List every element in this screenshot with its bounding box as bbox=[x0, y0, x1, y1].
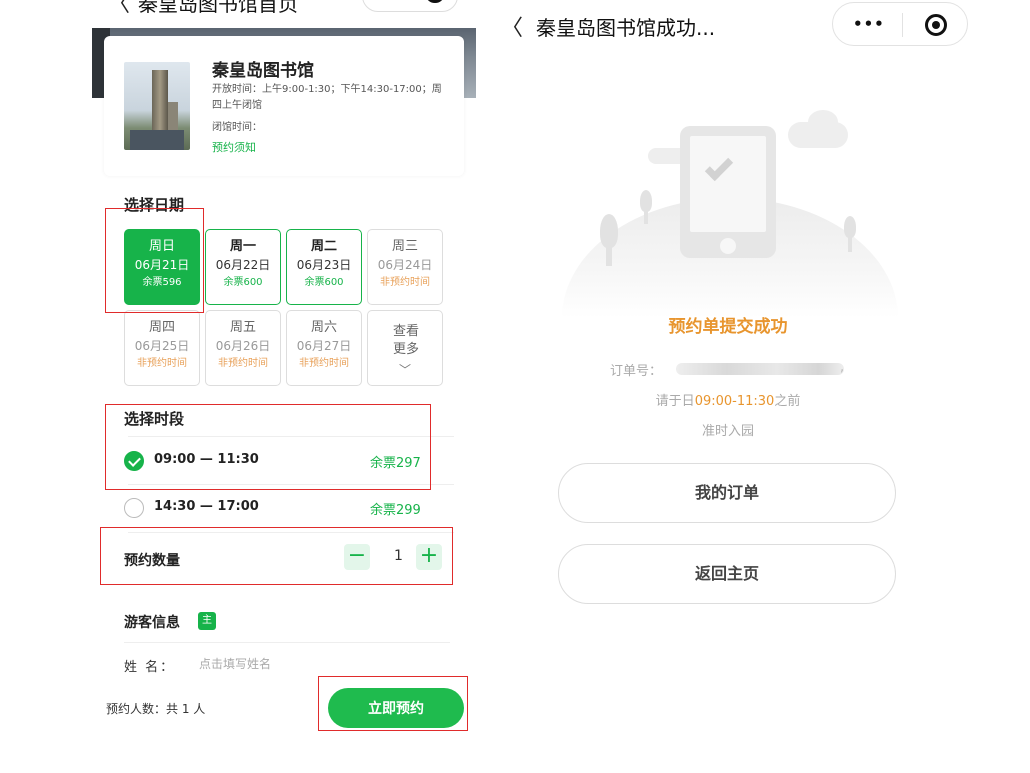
day-option[interactable]: 周一 06月22日 余票600 bbox=[205, 229, 281, 305]
day-option[interactable]: 周六 06月27日 非预约时间 bbox=[286, 310, 362, 386]
page-title: 秦皇岛图书馆首页 bbox=[138, 0, 298, 16]
back-icon[interactable]: 〈 bbox=[108, 0, 130, 18]
mini-program-capsule: ••• bbox=[362, 0, 458, 12]
booking-notice-link[interactable]: 预约须知 bbox=[212, 139, 256, 155]
more-icon[interactable]: ••• bbox=[853, 15, 885, 33]
success-title: 预约单提交成功 bbox=[668, 317, 788, 337]
enter-instruction: 准时入园 bbox=[701, 424, 754, 439]
open-hours: 开放时间：上午9:00-1:30；下午14:30-17:00；周四上午闭馆 bbox=[212, 84, 442, 111]
mini-program-capsule: ••• bbox=[832, 2, 968, 46]
close-time: 闭馆时间： bbox=[212, 122, 262, 133]
day-option[interactable]: 周四 06月25日 非预约时间 bbox=[124, 310, 200, 386]
booking-count: 预约人数：共 1 人 bbox=[106, 702, 206, 716]
my-orders-button[interactable]: 我的订单 bbox=[558, 463, 896, 523]
library-info-card: 秦皇岛图书馆 开放时间：上午9:00-1:30；下午14:30-17:00；周四… bbox=[104, 36, 464, 176]
day-option[interactable]: 周日 06月21日 余票596 bbox=[124, 229, 200, 305]
guest-info-card: 游客信息 主 姓 名： bbox=[104, 602, 464, 692]
back-icon[interactable]: 〈 bbox=[501, 10, 523, 42]
divider bbox=[124, 642, 450, 643]
library-photo bbox=[124, 62, 190, 150]
book-now-button[interactable]: 立即预约 bbox=[328, 688, 464, 728]
main-guest-badge: 主 bbox=[198, 612, 216, 630]
name-field[interactable] bbox=[199, 654, 399, 674]
page-title: 秦皇岛图书馆成功... bbox=[536, 16, 716, 40]
time-section-title: 选择时段 bbox=[124, 410, 185, 428]
time-slot-row[interactable]: 09:00 — 11:30 余票297 bbox=[124, 439, 450, 483]
close-target-icon[interactable] bbox=[425, 0, 445, 3]
more-icon[interactable]: ••• bbox=[381, 0, 412, 2]
view-more-dates-button[interactable]: 查看更多 ﹀ bbox=[367, 310, 443, 386]
arrive-instruction: 请于日09:00-11:30之前 bbox=[655, 394, 801, 409]
order-number-redacted bbox=[676, 363, 844, 375]
time-slot-time: 14:30 — 17:00 bbox=[154, 499, 259, 514]
quantity-value: 1 bbox=[394, 548, 403, 564]
phone-check-icon bbox=[680, 126, 776, 258]
close-target-icon[interactable] bbox=[925, 14, 947, 36]
name-label: 姓 名： bbox=[124, 660, 176, 675]
time-slot-remain: 余票297 bbox=[370, 456, 421, 471]
booking-page: 〈 秦皇岛图书馆首页 ••• 秦皇岛图书馆 开放时间：上午9:00-1:30；下… bbox=[92, 0, 476, 773]
time-slot-remain: 余票299 bbox=[370, 503, 421, 518]
success-page: 〈 秦皇岛图书馆成功... ••• 预约单提交成功 订单号： , 请于日09:0… bbox=[486, 0, 986, 773]
quantity-label: 预约数量 bbox=[124, 553, 180, 569]
nav-bar: 〈 秦皇岛图书馆首页 ••• bbox=[92, 0, 476, 18]
increase-quantity-button[interactable]: + bbox=[416, 544, 442, 570]
divider bbox=[128, 532, 454, 533]
time-slot-time: 09:00 — 11:30 bbox=[154, 452, 259, 467]
day-option[interactable]: 周五 06月26日 非预约时间 bbox=[205, 310, 281, 386]
order-number-label: 订单号： bbox=[610, 364, 663, 379]
divider bbox=[128, 484, 454, 485]
library-name: 秦皇岛图书馆 bbox=[212, 61, 314, 81]
bottom-bar: 预约人数：共 1 人 立即预约 bbox=[92, 680, 476, 740]
day-option[interactable]: 周二 06月23日 余票600 bbox=[286, 229, 362, 305]
arrive-time: 09:00-11:30 bbox=[694, 394, 775, 409]
divider bbox=[128, 436, 454, 437]
chevron-down-icon: ﹀ bbox=[398, 363, 411, 377]
guest-info-title: 游客信息 bbox=[124, 615, 180, 631]
decrease-quantity-button[interactable]: − bbox=[344, 544, 370, 570]
return-home-button[interactable]: 返回主页 bbox=[558, 544, 896, 604]
checked-radio-icon[interactable] bbox=[124, 451, 144, 471]
success-illustration bbox=[562, 110, 898, 398]
day-option[interactable]: 周三 06月24日 非预约时间 bbox=[367, 229, 443, 305]
date-section-title: 选择日期 bbox=[124, 196, 185, 214]
view-more-label: 查看更多 bbox=[392, 324, 419, 357]
booking-form-card: 选择日期 周日 06月21日 余票596 周一 06月22日 余票600 周二 … bbox=[104, 186, 464, 596]
unchecked-radio-icon[interactable] bbox=[124, 498, 144, 518]
time-slot-row[interactable]: 14:30 — 17:00 余票299 bbox=[124, 486, 450, 530]
